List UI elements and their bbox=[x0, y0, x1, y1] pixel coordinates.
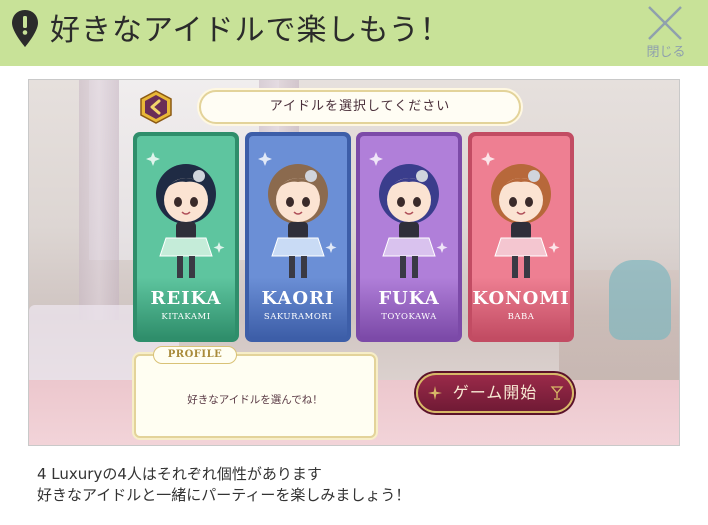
description: 4 Luxuryの4人はそれぞれ個性があります 好きなアイドルと一緒にパーティー… bbox=[37, 464, 697, 506]
idol-surname: BABA bbox=[507, 312, 535, 322]
game-frame: アイドルを選択してください REIKA KITAKAMI KAORI SAKUR… bbox=[28, 79, 680, 446]
start-game-label: ゲーム開始 bbox=[452, 383, 538, 402]
idol-card-reika[interactable]: REIKA KITAKAMI bbox=[133, 132, 239, 342]
description-line-2: 好きなアイドルと一緒にパーティーを楽しみましょう！ bbox=[37, 486, 411, 504]
chibi-idol-figure bbox=[258, 152, 337, 278]
header-bar: 好きなアイドルで楽しもう！ 閉じる bbox=[0, 0, 708, 66]
idol-card-fuka[interactable]: FUKA TOYOKAWA bbox=[356, 132, 462, 342]
select-idol-text: アイドルを選択してください bbox=[269, 99, 451, 114]
close-x-icon bbox=[648, 6, 682, 40]
description-line-1: 4 Luxuryの4人はそれぞれ個性があります bbox=[37, 465, 322, 483]
profile-tab: PROFILE bbox=[153, 346, 237, 364]
close-label: 閉じる bbox=[646, 45, 686, 60]
map-pin-exclamation-icon bbox=[12, 10, 38, 47]
idol-card-kaori[interactable]: KAORI SAKURAMORI bbox=[245, 132, 351, 342]
background-curtain-left bbox=[79, 80, 119, 320]
idol-card-konomi[interactable]: KONOMI BABA bbox=[468, 132, 574, 342]
close-button[interactable]: 閉じる bbox=[636, 0, 696, 62]
back-button[interactable] bbox=[139, 90, 173, 124]
idol-first-name: FUKA bbox=[378, 288, 440, 309]
idol-surname: SAKURAMORI bbox=[263, 312, 333, 322]
page-title: 好きなアイドルで楽しもう！ bbox=[50, 13, 451, 48]
chibi-idol-figure bbox=[481, 152, 560, 278]
chibi-idol-figure bbox=[369, 152, 448, 278]
idol-surname: TOYOKAWA bbox=[381, 312, 437, 322]
chibi-idol-figure bbox=[146, 152, 225, 278]
idol-surname: KITAKAMI bbox=[161, 312, 211, 322]
background-backpack bbox=[609, 260, 671, 340]
glass-icon bbox=[550, 386, 564, 400]
idol-first-name: KONOMI bbox=[472, 288, 570, 309]
profile-tab-label: PROFILE bbox=[167, 349, 223, 360]
select-idol-banner: アイドルを選択してください bbox=[199, 90, 521, 124]
idol-first-name: KAORI bbox=[261, 288, 335, 309]
idol-first-name: REIKA bbox=[150, 288, 222, 309]
profile-message: 好きなアイドルを選んでね！ bbox=[187, 394, 323, 406]
start-game-button[interactable]: ゲーム開始 bbox=[416, 373, 574, 413]
